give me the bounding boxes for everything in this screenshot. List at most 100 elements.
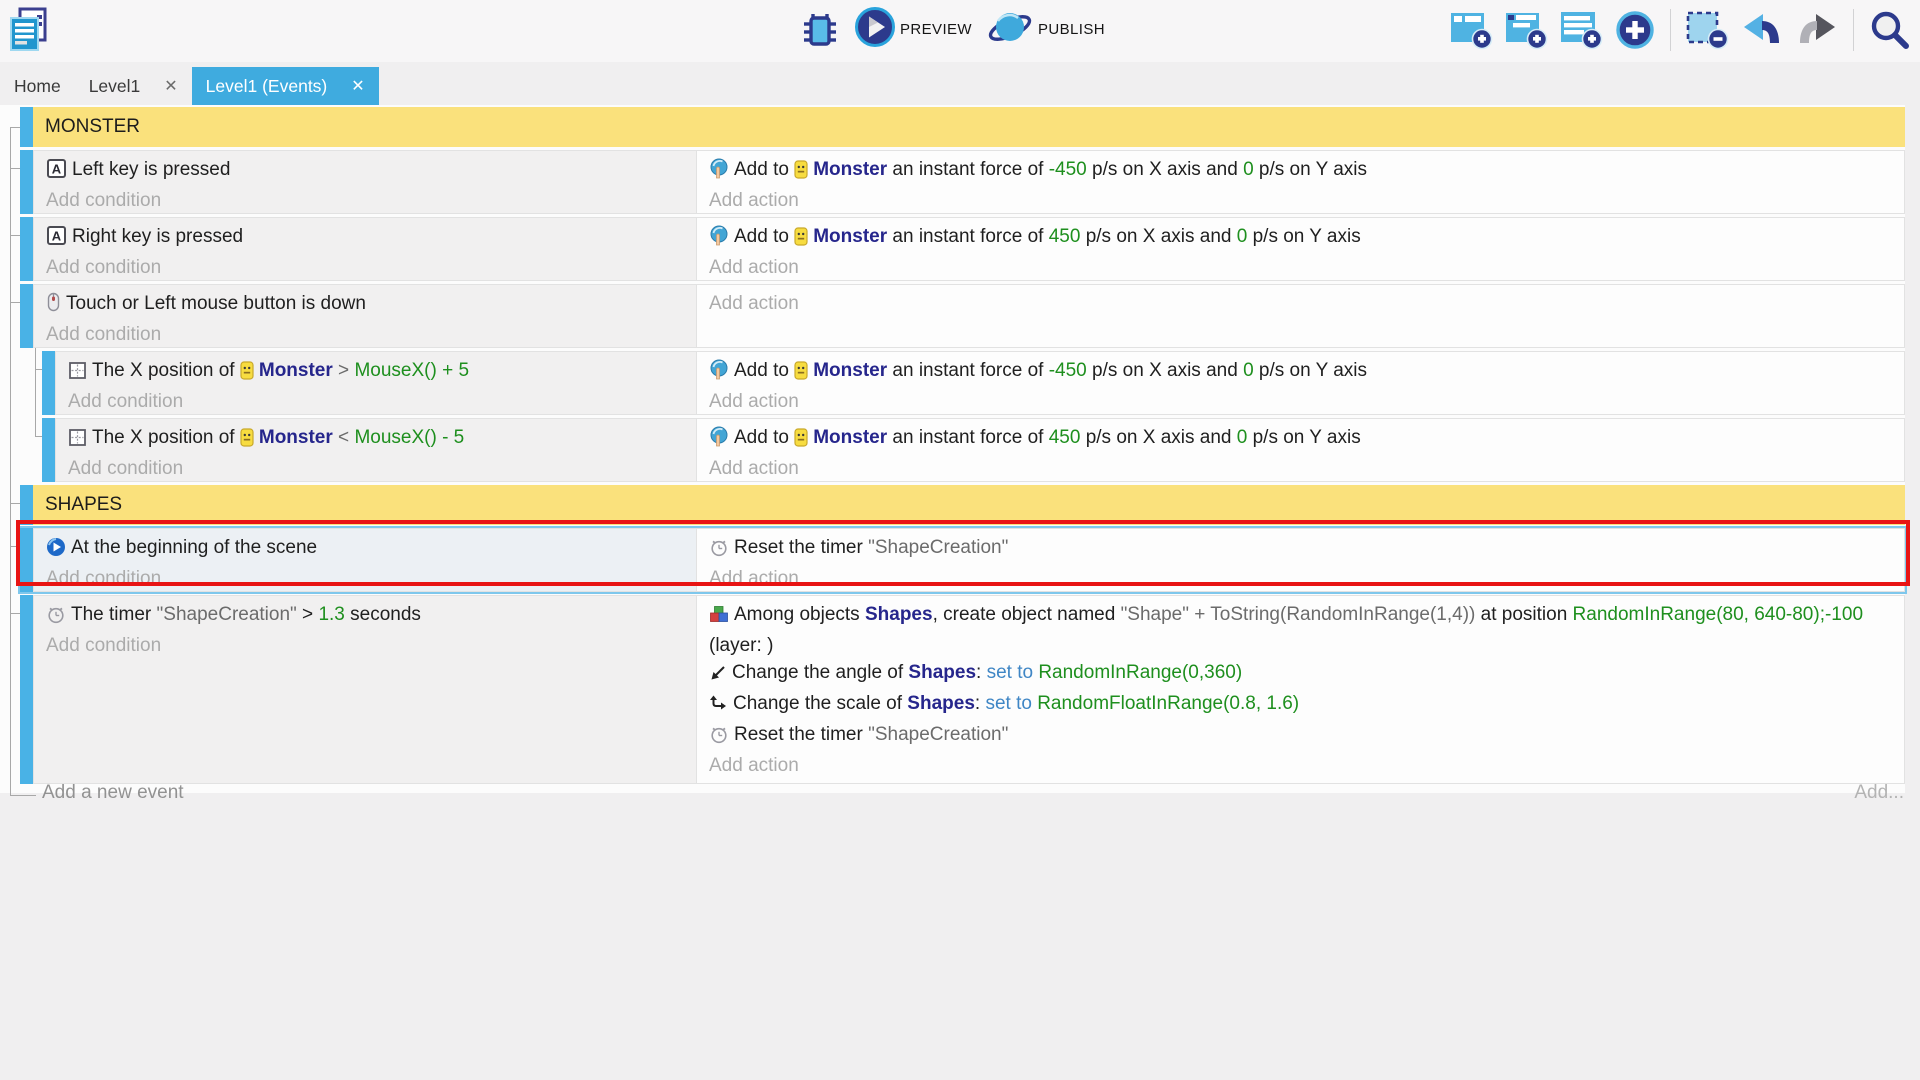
conditions-cell[interactable]: The X position of Monster > MouseX() + 5… xyxy=(55,351,697,415)
debugger-button[interactable] xyxy=(800,8,840,52)
tab-close-icon[interactable]: ✕ xyxy=(164,76,177,96)
tab-home[interactable]: Home xyxy=(0,67,75,105)
event-row[interactable]: ALeft key is pressedAdd conditionAdd to … xyxy=(20,150,1905,214)
mouse-icon xyxy=(46,292,61,321)
action-sentence[interactable]: Reset the timer "ShapeCreation" xyxy=(697,721,1904,752)
action-sentence[interactable]: Add to Monster an instant force of -450 … xyxy=(697,156,1904,187)
event-group-header[interactable]: MONSTER xyxy=(20,107,1905,147)
sentence-segment: "Shape" + ToString(RandomInRange(1,4)) xyxy=(1121,604,1476,625)
conditions-cell[interactable]: ALeft key is pressedAdd condition xyxy=(33,150,697,214)
action-sentence[interactable]: Add to Monster an instant force of 450 p… xyxy=(697,223,1904,254)
actions-cell[interactable]: Reset the timer "ShapeCreation"Add actio… xyxy=(697,528,1905,592)
actions-cell[interactable]: Add to Monster an instant force of -450 … xyxy=(697,351,1905,415)
conditions-cell[interactable]: At the beginning of the sceneAdd conditi… xyxy=(33,528,697,592)
add-action-button[interactable]: Add action xyxy=(697,455,1904,482)
event-color-bar xyxy=(20,107,33,147)
conditions-cell[interactable]: ARight key is pressedAdd condition xyxy=(33,217,697,281)
search-button[interactable] xyxy=(1868,8,1912,52)
scene-icon xyxy=(46,537,66,565)
conditions-cell[interactable]: Touch or Left mouse button is downAdd co… xyxy=(33,284,697,348)
tab-level1-events[interactable]: Level1 (Events)✕ xyxy=(192,67,379,105)
sentence-segment: p/s on Y axis xyxy=(1247,226,1360,247)
sentence-segment: RandomInRange(80, 640-80);-100 xyxy=(1573,604,1863,625)
condition-sentence[interactable]: The X position of Monster > MouseX() + 5 xyxy=(56,357,696,388)
event-group-header[interactable]: SHAPES xyxy=(20,485,1905,525)
force-icon xyxy=(709,158,729,187)
action-sentence[interactable]: Change the angle of Shapes: set to Rando… xyxy=(697,659,1904,690)
add-condition-button[interactable]: Add condition xyxy=(56,455,696,482)
add-condition-button[interactable]: Add condition xyxy=(34,187,696,214)
add-other-event-button[interactable] xyxy=(1614,9,1656,51)
sentence-segment: p/s on Y axis xyxy=(1254,159,1367,180)
add-condition-button[interactable]: Add condition xyxy=(34,254,696,281)
monster-icon xyxy=(794,361,808,388)
sentence-segment: Add to xyxy=(734,226,794,247)
sentence-segment: -450 xyxy=(1049,360,1087,381)
publish-button[interactable]: PUBLISH xyxy=(986,6,1105,53)
sentence-segment: at position xyxy=(1475,604,1572,625)
preview-button[interactable]: PREVIEW xyxy=(854,6,972,53)
action-sentence[interactable]: Among objects Shapes, create object name… xyxy=(697,601,1904,659)
conditions-cell[interactable]: The timer "ShapeCreation" > 1.3 secondsA… xyxy=(33,595,697,784)
sentence-segment: Shapes xyxy=(865,604,933,625)
timer-icon xyxy=(46,604,66,632)
action-sentence[interactable]: Add to Monster an instant force of 450 p… xyxy=(697,424,1904,455)
sentence-segment: p/s on Y axis xyxy=(1247,427,1360,448)
tab-close-icon[interactable]: ✕ xyxy=(351,76,364,96)
preview-label: PREVIEW xyxy=(900,21,972,38)
add-action-button[interactable]: Add action xyxy=(697,388,1904,415)
condition-sentence[interactable]: The X position of Monster < MouseX() - 5 xyxy=(56,424,696,455)
actions-cell[interactable]: Add action xyxy=(697,284,1905,348)
actions-cell[interactable]: Among objects Shapes, create object name… xyxy=(697,595,1905,784)
add-action-button[interactable]: Add action xyxy=(697,290,1904,317)
tab-level1[interactable]: Level1 ✕ xyxy=(75,67,192,105)
add-action-button[interactable]: Add action xyxy=(697,254,1904,281)
action-sentence[interactable]: Change the scale of Shapes: set to Rando… xyxy=(697,690,1904,721)
condition-sentence[interactable]: Touch or Left mouse button is down xyxy=(34,290,696,321)
sentence-segment: an instant force of xyxy=(887,159,1049,180)
add-action-button[interactable]: Add action xyxy=(697,187,1904,214)
add-new-event-button[interactable]: Add a new event xyxy=(42,782,184,804)
add-condition-button[interactable]: Add condition xyxy=(34,565,696,592)
condition-sentence[interactable]: At the beginning of the scene xyxy=(34,534,696,565)
conditions-cell[interactable]: The X position of Monster < MouseX() - 5… xyxy=(55,418,697,482)
sentence-segment: : xyxy=(975,693,986,714)
add-comment-button[interactable] xyxy=(1559,9,1603,51)
condition-sentence[interactable]: ARight key is pressed xyxy=(34,223,696,254)
sentence-segment: an instant force of xyxy=(887,427,1049,448)
add-event-button[interactable] xyxy=(1449,9,1493,51)
sentence-segment: MouseX() + 5 xyxy=(354,360,469,381)
undo-button[interactable] xyxy=(1740,10,1784,50)
sentence-segment: Monster xyxy=(813,360,887,381)
delete-event-button[interactable] xyxy=(1685,9,1729,51)
action-sentence[interactable]: Reset the timer "ShapeCreation" xyxy=(697,534,1904,565)
add-condition-button[interactable]: Add condition xyxy=(56,388,696,415)
condition-sentence[interactable]: The timer "ShapeCreation" > 1.3 seconds xyxy=(34,601,696,632)
event-row[interactable]: ARight key is pressedAdd conditionAdd to… xyxy=(20,217,1905,281)
event-row[interactable]: At the beginning of the sceneAdd conditi… xyxy=(20,528,1905,592)
condition-sentence[interactable]: ALeft key is pressed xyxy=(34,156,696,187)
add-action-button[interactable]: Add action xyxy=(697,752,1904,779)
event-row[interactable]: The X position of Monster < MouseX() - 5… xyxy=(42,418,1905,482)
sentence-segment: Among objects xyxy=(734,604,865,625)
action-sentence[interactable]: Add to Monster an instant force of -450 … xyxy=(697,357,1904,388)
project-manager-button[interactable] xyxy=(6,6,50,54)
event-row[interactable]: Touch or Left mouse button is downAdd co… xyxy=(20,284,1905,348)
add-condition-button[interactable]: Add condition xyxy=(34,632,696,659)
event-row[interactable]: The timer "ShapeCreation" > 1.3 secondsA… xyxy=(20,595,1905,784)
redo-button[interactable] xyxy=(1795,10,1839,50)
actions-cell[interactable]: Add to Monster an instant force of 450 p… xyxy=(697,418,1905,482)
event-row[interactable]: The X position of Monster > MouseX() + 5… xyxy=(42,351,1905,415)
sentence-segment: 450 xyxy=(1049,427,1081,448)
event-color-bar xyxy=(42,418,55,482)
add-subevent-button[interactable] xyxy=(1504,9,1548,51)
sentence-segment: Left key is pressed xyxy=(72,159,230,180)
add-action-button[interactable]: Add action xyxy=(697,565,1904,592)
actions-cell[interactable]: Add to Monster an instant force of 450 p… xyxy=(697,217,1905,281)
add-condition-button[interactable]: Add condition xyxy=(34,321,696,348)
sentence-segment: 0 xyxy=(1237,427,1248,448)
actions-cell[interactable]: Add to Monster an instant force of -450 … xyxy=(697,150,1905,214)
tab-label: Level1 xyxy=(89,76,141,97)
monster-icon xyxy=(794,428,808,455)
add-more-button[interactable]: Add... xyxy=(1854,782,1904,804)
